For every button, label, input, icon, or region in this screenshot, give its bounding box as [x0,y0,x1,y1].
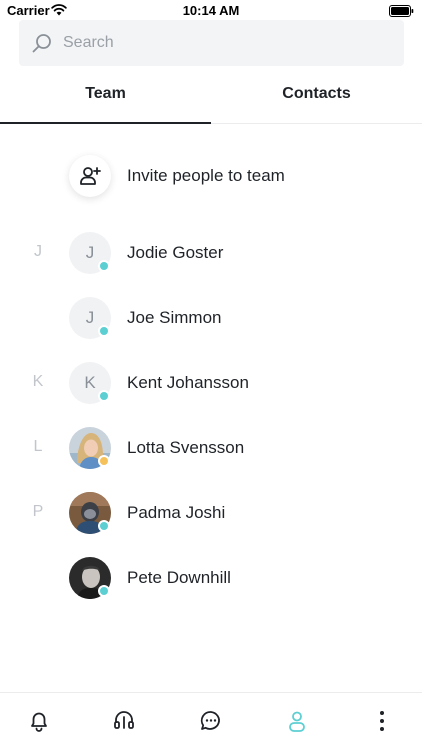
online-status-dot [98,325,110,337]
active-tab-indicator [0,122,211,124]
search-icon [32,34,51,53]
more-icon [380,711,384,731]
nav-messages[interactable] [198,708,224,734]
nav-notifications[interactable] [26,708,52,734]
online-status-dot [98,585,110,597]
invite-label: Invite people to team [127,166,285,185]
chat-icon [200,711,220,730]
contact-name: Padma Joshi [127,503,226,522]
status-time: 10:14 AM [182,3,240,18]
contact-name: Joe Simmon [127,308,222,327]
contact-row[interactable]: J J Jodie Goster [0,230,422,276]
contact-row[interactable]: P Padma Joshi [0,490,422,536]
contact-row[interactable]: K K Kent Johansson [0,360,422,406]
online-status-dot [98,520,110,532]
battery-icon [389,5,414,17]
section-letter: L [33,438,43,455]
add-user-icon [80,167,101,185]
nav-team[interactable] [284,708,310,734]
person-icon [289,711,305,732]
contact-name: Pete Downhill [127,568,231,587]
contact-name: Kent Johansson [127,373,249,392]
tab-contacts[interactable]: Contacts [211,72,422,124]
bottom-nav [0,692,422,750]
search-bar[interactable]: Search [19,20,404,66]
invite-icon-circle [69,155,111,197]
nav-support[interactable] [111,708,137,734]
contact-name: Jodie Goster [127,243,224,262]
section-letter: P [32,503,44,520]
contact-row[interactable]: L Lotta Svensson [0,425,422,471]
section-letter: K [32,373,44,390]
contact-row[interactable]: J Joe Simmon [0,295,422,341]
status-bar: Carrier 10:14 AM [0,0,422,22]
headset-icon [114,711,134,729]
contact-name: Lotta Svensson [127,438,245,457]
online-status-dot [98,260,110,272]
search-input[interactable]: Search [63,34,114,52]
bell-icon [31,712,47,732]
tab-bar: Team Contacts [0,72,422,124]
away-status-dot [98,455,110,467]
tab-team[interactable]: Team [0,72,211,124]
section-letter: J [34,243,42,260]
invite-people-button[interactable]: Invite people to team [0,150,422,202]
nav-more[interactable] [369,708,395,734]
online-status-dot [98,390,110,402]
contact-row[interactable]: Pete Downhill [0,555,422,601]
